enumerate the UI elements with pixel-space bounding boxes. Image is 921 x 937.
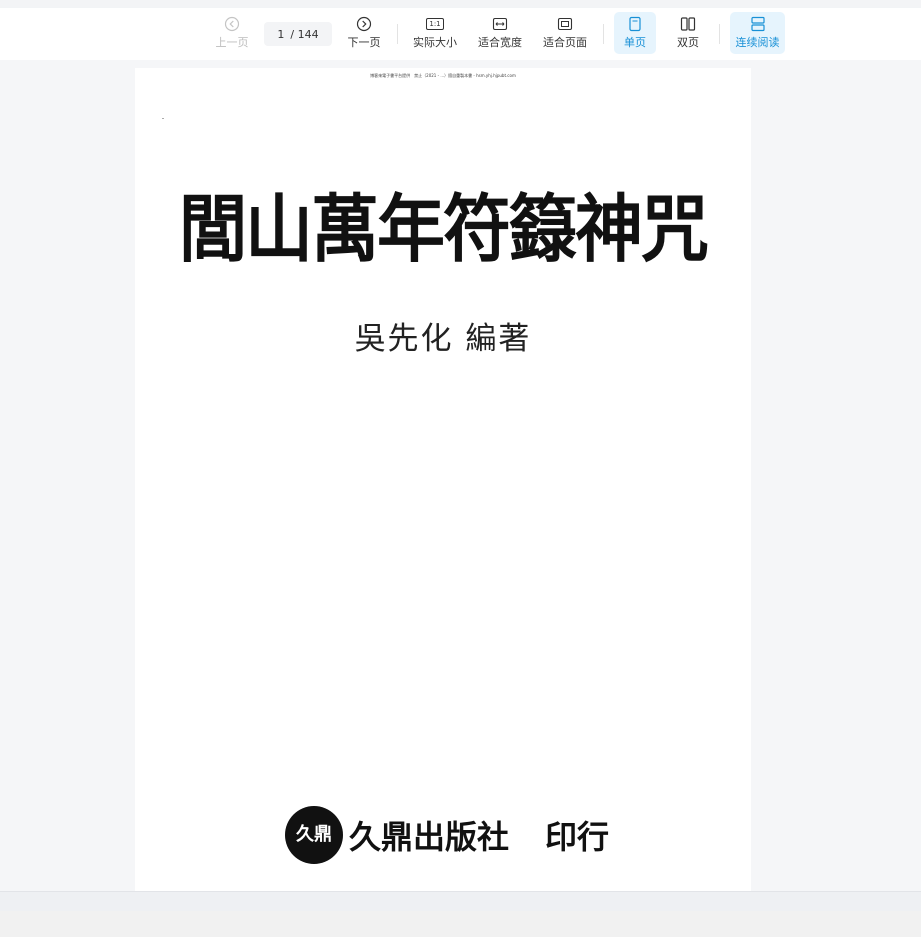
single-page-icon: [627, 16, 643, 32]
double-page-icon: [680, 16, 696, 32]
document-page: 博客來電子書平台提供 禁止（2021 - ...）擅自重製本書 - hsm.yh…: [135, 68, 751, 891]
scan-speck: [162, 118, 164, 119]
continuous-reading-button[interactable]: 连续阅读: [730, 12, 785, 54]
next-page-label: 下一页: [347, 36, 381, 49]
publisher-name: 久鼎出版社: [349, 818, 510, 856]
fit-page-icon: [557, 16, 573, 32]
double-page-button[interactable]: 双页: [667, 12, 709, 54]
next-page-button[interactable]: 下一页: [342, 12, 386, 54]
top-strip: [0, 0, 921, 8]
fit-width-label: 适合宽度: [478, 36, 522, 49]
fit-width-icon: [492, 16, 508, 32]
actual-size-icon: 1:1: [426, 16, 444, 32]
double-page-label: 双页: [677, 36, 699, 49]
horizontal-scrollbar[interactable]: [0, 891, 921, 912]
book-title: 閭山萬年符籙神咒: [178, 187, 709, 273]
publisher-action: 印行: [545, 818, 610, 856]
continuous-reading-label: 连续阅读: [735, 36, 780, 49]
book-author: 吳先化 編著: [354, 321, 532, 357]
chevron-left-circle-icon: [224, 16, 240, 32]
fit-page-button[interactable]: 适合页面: [539, 12, 591, 54]
actual-size-label: 实际大小: [413, 36, 457, 49]
fit-page-label: 适合页面: [543, 36, 587, 49]
toolbar-divider: [397, 24, 398, 44]
reader-toolbar: 上一页 1 / 144 下一页 1:1 实际大小 适合宽度 适合页面 单页 双页…: [0, 8, 921, 60]
page-number-input[interactable]: 1: [277, 28, 284, 41]
publisher-logo-text: 久鼎: [296, 824, 332, 845]
toolbar-divider: [719, 24, 720, 44]
publisher-logo: 久鼎: [285, 806, 343, 864]
prev-page-label: 上一页: [215, 36, 249, 49]
page-total: / 144: [290, 27, 319, 41]
toolbar-divider: [603, 24, 604, 44]
page-indicator[interactable]: 1 / 144: [264, 22, 332, 46]
page-watermark: 博客來電子書平台提供 禁止（2021 - ...）擅自重製本書 - hsm.yh…: [370, 73, 516, 78]
actual-size-button[interactable]: 1:1 实际大小: [409, 12, 461, 54]
bottom-status-bar: [0, 911, 921, 937]
document-viewer[interactable]: 博客來電子書平台提供 禁止（2021 - ...）擅自重製本書 - hsm.yh…: [0, 60, 921, 891]
chevron-right-circle-icon: [356, 16, 372, 32]
publisher-block: 久鼎 久鼎出版社 印行: [285, 805, 609, 865]
fit-width-button[interactable]: 适合宽度: [474, 12, 526, 54]
prev-page-button[interactable]: 上一页: [210, 12, 254, 54]
continuous-scroll-icon: [750, 16, 766, 32]
single-page-button[interactable]: 单页: [614, 12, 656, 54]
single-page-label: 单页: [624, 36, 646, 49]
